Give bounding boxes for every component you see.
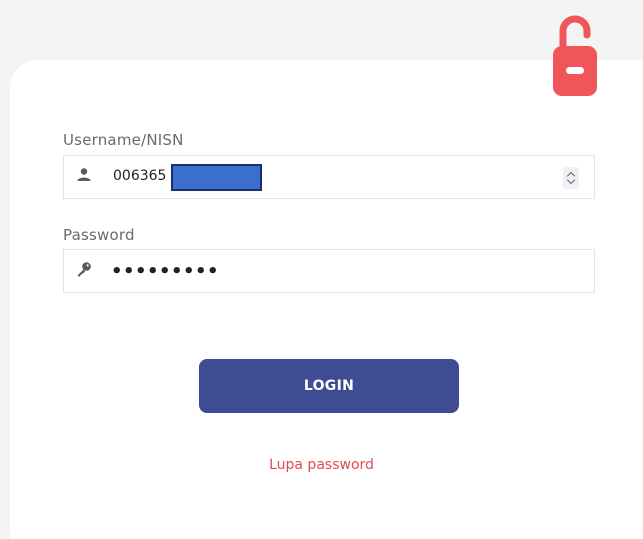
key-icon <box>78 262 91 277</box>
user-icon <box>77 168 91 181</box>
unlocked-padlock-icon <box>553 15 597 96</box>
password-field[interactable]: ••••••••• <box>63 249 595 293</box>
username-value[interactable]: 006365 <box>113 168 166 184</box>
login-page: Username/NISN 006365 Password ••••••••• … <box>0 0 643 539</box>
login-button[interactable]: LOGIN <box>199 359 459 413</box>
forgot-password-link[interactable]: Lupa password <box>0 457 643 473</box>
stepper-icon[interactable] <box>563 167 579 189</box>
password-value[interactable]: ••••••••• <box>111 261 219 282</box>
username-label: Username/NISN <box>63 131 184 149</box>
username-field[interactable]: 006365 <box>63 155 595 199</box>
redaction-box <box>171 164 262 191</box>
password-label: Password <box>63 226 135 244</box>
